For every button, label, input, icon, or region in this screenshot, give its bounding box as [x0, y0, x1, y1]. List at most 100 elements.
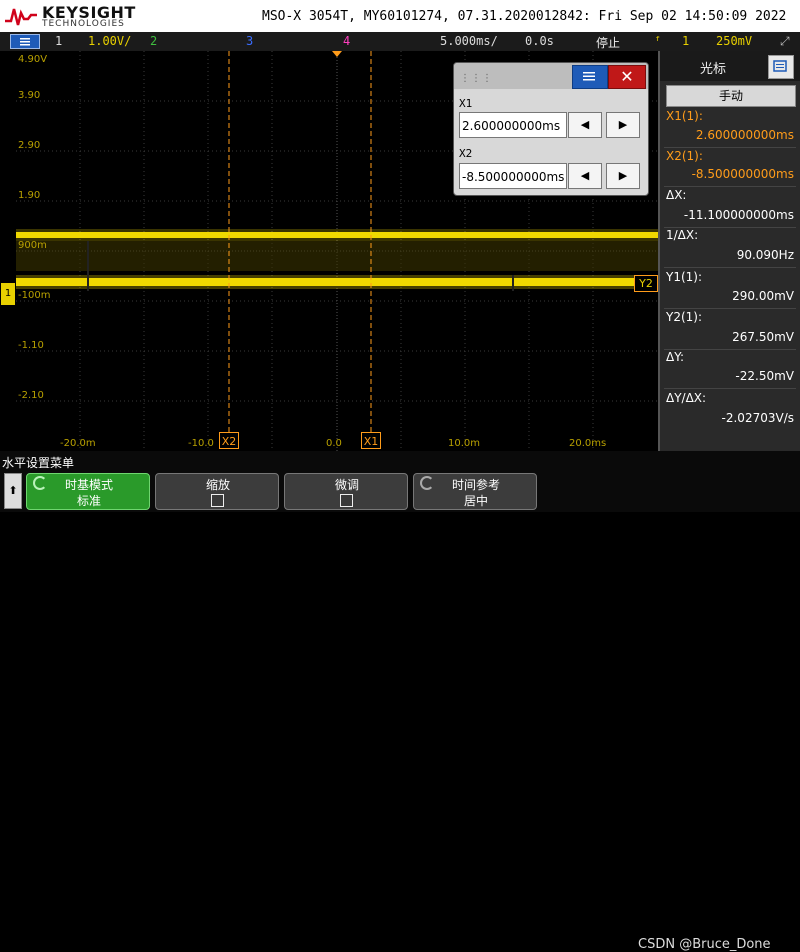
softkey-value: 居中 [463, 494, 488, 508]
left-arrow-icon: ◀ [580, 118, 590, 131]
readout-value: -22.50mV [735, 369, 794, 383]
softkey-label: 时基模式 [64, 478, 113, 492]
readout-label: X1(1): [666, 109, 703, 123]
menu-icon [20, 38, 30, 46]
softkey-value: 标准 [76, 494, 101, 508]
fine-checkbox[interactable] [340, 494, 353, 507]
divider [664, 186, 796, 187]
readout-value: 2.600000000ms [695, 128, 794, 142]
watermark: CSDN @Bruce_Done [638, 937, 771, 952]
x-tick-label: -10.0 [188, 438, 214, 449]
menu-icon [583, 72, 595, 81]
softkey-time-reference[interactable]: 时间参考 居中 [413, 473, 537, 510]
expand-icon[interactable]: ⤢ [780, 34, 790, 49]
keysight-logo: KEYSIGHT TECHNOLOGIES [4, 3, 135, 29]
readout-label: ΔX: [666, 188, 687, 202]
dialog-titlebar[interactable]: ⋮⋮⋮ ✕ [454, 63, 648, 89]
trigger-source[interactable]: 1 [682, 34, 689, 48]
drag-handle-icon[interactable]: ⋮⋮⋮ [460, 73, 493, 84]
divider [664, 147, 796, 148]
x-tick-label: -20.0m [60, 438, 96, 449]
softkey-time-mode[interactable]: 时基模式 标准 [26, 473, 150, 510]
cursor-x2-label: X2 [221, 435, 237, 448]
readout-value: -11.100000000ms [683, 208, 794, 222]
x1-value-field[interactable]: 2.600000000ms [459, 112, 567, 138]
timebase-scale[interactable]: 5.000ms/ [440, 34, 498, 48]
x2-value-field[interactable]: -8.500000000ms [459, 163, 567, 189]
ch1-scale[interactable]: 1.00V/ [88, 34, 131, 48]
left-arrow-icon: ◀ [580, 169, 590, 182]
cursor-readout-panel: 光标 手动 X1(1): 2.600000000ms X2(1): -8.500… [658, 51, 800, 451]
y-tick-label: 1.90 [18, 190, 41, 201]
divider [664, 388, 796, 389]
cursor-x2-marker[interactable]: X2 [219, 432, 239, 449]
cursor-x1-label: X1 [363, 435, 379, 448]
ch2-number[interactable]: 2 [150, 34, 157, 48]
menu-icon [773, 60, 787, 72]
panel-header: 光标 [660, 51, 800, 81]
cursor-mode-button[interactable]: 手动 [666, 85, 796, 107]
keysight-wave-icon [5, 8, 37, 26]
readout-value: -2.02703V/s [721, 411, 794, 425]
softkey-label: 微调 [334, 478, 359, 492]
ch3-number[interactable]: 3 [246, 34, 253, 48]
x-tick-label: 0.0 [326, 438, 342, 449]
y-tick-label: -100m [18, 290, 51, 301]
softkey-zoom[interactable]: 缩放 [155, 473, 279, 510]
x-tick-label: 10.0m [448, 438, 481, 449]
x2-field-label: X2 [459, 147, 473, 160]
cursor-y2-label: Y2 [639, 277, 653, 290]
divider [664, 267, 796, 268]
readout-label: ΔY/ΔX: [666, 391, 707, 405]
status-bar: 1 1.00V/ 2 3 4 5.000ms/ 0.0s 停止 ᶠ 1 250m… [0, 32, 800, 51]
up-arrow-icon: ⬆ [8, 484, 18, 497]
run-state: 停止 [596, 36, 621, 50]
trigger-level[interactable]: 250mV [716, 34, 752, 48]
horizontal-delay[interactable]: 0.0s [525, 34, 554, 48]
x2-increment-button[interactable]: ▶ [606, 163, 640, 189]
ch1-number[interactable]: 1 [55, 34, 62, 48]
readout-label: ΔY: [666, 350, 684, 364]
instrument-info: MSO-X 3054T, MY60101274, 07.31.202001284… [262, 9, 787, 24]
x1-decrement-button[interactable]: ◀ [568, 112, 602, 138]
y-tick-label: 3.90 [18, 90, 41, 101]
softkey-label: 时间参考 [451, 478, 500, 492]
back-button[interactable]: ⬆ [4, 473, 22, 509]
x1-field-label: X1 [459, 97, 473, 110]
brand-sub: TECHNOLOGIES [42, 19, 125, 29]
close-icon: ✕ [620, 67, 634, 86]
softkey-fine[interactable]: 微调 [284, 473, 408, 510]
ground-marker-label: 1 [4, 288, 12, 299]
menu-title: 水平设置菜单 [2, 456, 75, 470]
right-arrow-icon: ▶ [618, 169, 628, 182]
readout-value: 290.00mV [732, 289, 794, 303]
cursor-y2-marker[interactable]: Y2 [634, 275, 658, 292]
main-menu-button[interactable] [10, 34, 40, 49]
x1-increment-button[interactable]: ▶ [606, 112, 640, 138]
cursor-x1-marker[interactable]: X1 [361, 432, 381, 449]
x2-decrement-button[interactable]: ◀ [568, 163, 602, 189]
y-tick-label: 2.90 [18, 140, 41, 151]
panel-menu-button[interactable] [768, 55, 794, 79]
readout-label: Y1(1): [666, 270, 703, 284]
zoom-checkbox[interactable] [211, 494, 224, 507]
softkey-label: 缩放 [205, 478, 230, 492]
readout-label: 1/ΔX: [666, 228, 699, 242]
x-tick-label: 20.0ms [569, 438, 607, 449]
divider [664, 308, 796, 309]
panel-title: 光标 [700, 62, 727, 77]
softkey-bar: 水平设置菜单 ⬆ 时基模式 标准 缩放 微调 时间参考 居中 CSDN @Bru… [0, 451, 800, 952]
trigger-edge-icon: ᶠ [654, 34, 662, 48]
title-bar: KEYSIGHT TECHNOLOGIES MSO-X 3054T, MY601… [0, 0, 800, 32]
readout-label: Y2(1): [666, 310, 703, 324]
y-tick-label: 4.90V [18, 54, 48, 65]
dialog-menu-button[interactable] [572, 65, 608, 89]
cursor-dialog[interactable]: ⋮⋮⋮ ✕ X1 2.600000000ms ◀ ▶ X2 -8.5000000… [453, 62, 649, 196]
dialog-close-button[interactable]: ✕ [608, 65, 646, 89]
ch1-ground-marker[interactable]: 1 [1, 283, 15, 305]
y-tick-label: 900m [18, 240, 47, 251]
readout-value: -8.500000000ms [691, 167, 794, 181]
right-arrow-icon: ▶ [618, 118, 628, 131]
readout-value: 267.50mV [732, 330, 794, 344]
ch4-number[interactable]: 4 [343, 34, 350, 48]
